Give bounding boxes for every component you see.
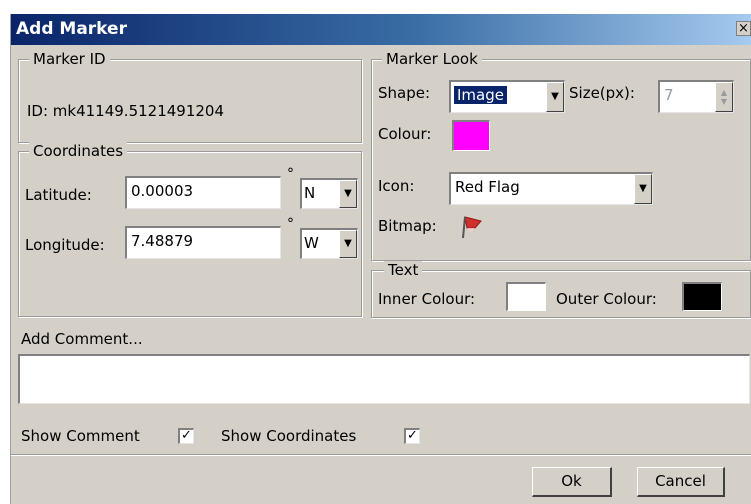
show-coordinates-checkbox[interactable]: ✓: [404, 428, 420, 444]
latitude-hemisphere-value: N: [304, 184, 316, 202]
longitude-input[interactable]: 7.48879: [125, 226, 281, 259]
marker-look-group: Marker Look Shape: Image ▼ Size(px): 7 ▲…: [371, 50, 751, 261]
shape-select[interactable]: Image ▼: [449, 80, 565, 113]
add-marker-dialog: Add Marker × Marker ID ID: mk41149.51214…: [10, 14, 751, 504]
close-icon: ×: [738, 21, 749, 36]
latitude-hemisphere-select[interactable]: N ▼: [300, 178, 358, 209]
text-group: Text Inner Colour: Outer Colour:: [371, 261, 751, 318]
comment-textarea[interactable]: [18, 354, 750, 404]
inner-colour-swatch[interactable]: [506, 282, 546, 311]
marker-id-legend: Marker ID: [29, 50, 110, 68]
text-legend: Text: [384, 261, 423, 279]
longitude-hemisphere-select[interactable]: W ▼: [300, 228, 358, 259]
inner-colour-label: Inner Colour:: [378, 290, 476, 308]
shape-label: Shape:: [378, 84, 431, 102]
add-comment-label: Add Comment...: [21, 330, 143, 348]
cancel-button[interactable]: Cancel: [637, 467, 725, 497]
title-bar[interactable]: Add Marker ×: [11, 14, 751, 45]
chevron-down-icon[interactable]: ▼: [634, 174, 652, 204]
window-title: Add Marker: [16, 19, 127, 39]
size-label: Size(px):: [569, 84, 635, 102]
size-spinbox[interactable]: 7 ▲ ▼: [658, 80, 734, 113]
latitude-label: Latitude:: [25, 186, 92, 204]
outer-colour-label: Outer Colour:: [556, 290, 657, 308]
icon-select[interactable]: Red Flag ▼: [449, 172, 653, 205]
footer-separator: [11, 454, 751, 456]
spin-arrows-icon[interactable]: ▲ ▼: [715, 82, 733, 112]
colour-label: Colour:: [378, 125, 432, 143]
latitude-degree-symbol: °: [287, 166, 294, 182]
size-value: 7: [664, 86, 674, 104]
marker-id-group: Marker ID ID: mk41149.5121491204: [18, 50, 362, 143]
cancel-button-label: Cancel: [655, 472, 706, 490]
ok-button-label: Ok: [561, 472, 582, 490]
coordinates-legend: Coordinates: [29, 142, 128, 160]
show-comment-checkbox[interactable]: ✓: [178, 428, 194, 444]
icon-label: Icon:: [378, 177, 415, 195]
marker-look-legend: Marker Look: [382, 50, 482, 68]
colour-swatch[interactable]: [452, 120, 490, 151]
coordinates-group: Coordinates Latitude: 0.00003 ° N ▼ Long…: [18, 142, 362, 317]
latitude-input[interactable]: 0.00003: [125, 176, 281, 209]
longitude-value: 7.48879: [131, 232, 194, 250]
longitude-hemisphere-value: W: [304, 234, 319, 252]
bitmap-label: Bitmap:: [378, 217, 437, 235]
ok-button[interactable]: Ok: [532, 467, 612, 497]
marker-id-text: ID: mk41149.5121491204: [27, 102, 225, 120]
longitude-degree-symbol: °: [287, 216, 294, 232]
icon-value: Red Flag: [455, 178, 520, 196]
show-coordinates-label: Show Coordinates: [221, 427, 357, 445]
chevron-down-icon[interactable]: ▼: [339, 180, 357, 208]
show-comment-label: Show Comment: [21, 427, 140, 445]
longitude-label: Longitude:: [25, 236, 105, 254]
chevron-down-icon[interactable]: ▼: [339, 230, 357, 258]
chevron-down-icon[interactable]: ▼: [546, 82, 564, 112]
close-button[interactable]: ×: [736, 21, 751, 36]
shape-value: Image: [454, 86, 507, 104]
outer-colour-swatch[interactable]: [682, 282, 722, 311]
latitude-value: 0.00003: [131, 182, 194, 200]
red-flag-icon: [462, 216, 482, 239]
